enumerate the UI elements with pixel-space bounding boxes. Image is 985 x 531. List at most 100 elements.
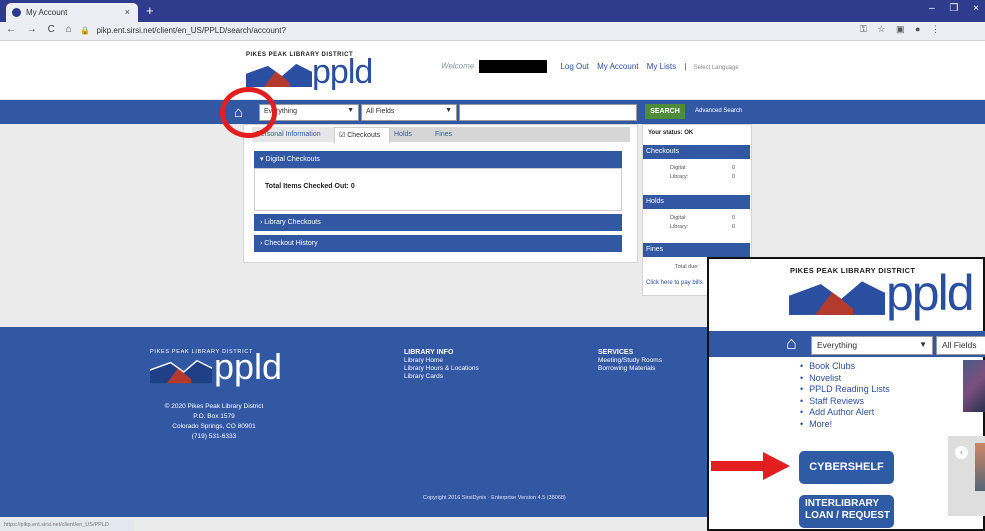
summary-label: Total due:: [675, 264, 699, 270]
library-info-heading: LIBRARY INFO: [404, 349, 454, 356]
book-cover-image[interactable]: [975, 443, 985, 491]
address-line: © 2020 Pikes Peak Library District: [164, 403, 264, 410]
my-account-link[interactable]: My Account: [597, 62, 638, 71]
search-field-select[interactable]: All Fields ▼: [361, 104, 457, 121]
summary-label: Library:: [670, 224, 689, 230]
cybershelf-button[interactable]: CYBERSHELF: [799, 451, 894, 484]
redacted-name: [479, 60, 548, 73]
account-status: Your status: OK: [648, 130, 694, 136]
advanced-search-link[interactable]: Advanced Search: [695, 108, 742, 114]
tab-close-icon[interactable]: ×: [125, 7, 130, 17]
tab-holds[interactable]: Holds: [390, 127, 432, 142]
footer-logo[interactable]: PIKES PEAK LIBRARY DISTRICT ppld: [150, 346, 283, 389]
mountain-logo-icon: [150, 359, 212, 384]
welcome-text: Welcome: [441, 61, 475, 71]
top-links: Welcome Log Out My Account My Lists | Se…: [441, 60, 739, 73]
list-item[interactable]: Novelist: [800, 373, 890, 385]
carousel-prev-icon[interactable]: ‹: [955, 446, 968, 459]
address-line: Colorado Springs, CO 80901: [172, 423, 256, 430]
summary-label: Library:: [670, 174, 689, 180]
red-arrow-icon: [711, 452, 790, 480]
profile-icon[interactable]: ●: [915, 24, 920, 34]
summary-checkouts-heading: Checkouts: [643, 145, 750, 159]
extension-icon[interactable]: ▣: [896, 24, 905, 34]
search-field-value: All Fields: [942, 340, 977, 350]
home-icon[interactable]: ⌂: [786, 333, 797, 354]
summary-value: 0: [732, 215, 736, 221]
ppld-wordmark: ppld: [214, 346, 283, 387]
button-line: LOAN / REQUEST: [805, 510, 891, 521]
new-tab-button[interactable]: +: [146, 3, 154, 18]
library-checkouts-header[interactable]: › Library Checkouts: [254, 214, 622, 231]
minimize-icon[interactable]: –: [929, 3, 935, 14]
list-item[interactable]: Add Author Alert: [800, 407, 890, 419]
button-line: INTERLIBRARY: [805, 498, 880, 509]
mountain-logo-icon: [246, 62, 312, 87]
footer-link[interactable]: Library Cards: [404, 373, 479, 381]
key-icon[interactable]: ⚿: [860, 24, 867, 34]
list-item[interactable]: Book Clubs: [800, 361, 890, 373]
search-field-select[interactable]: All Fields: [936, 336, 985, 355]
ppld-wordmark: ppld: [886, 265, 975, 321]
ppld-logo[interactable]: PIKES PEAK LIBRARY DISTRICT ppld: [244, 52, 374, 91]
ppld-wordmark: ppld: [312, 53, 373, 91]
digital-checkouts-header[interactable]: ▾ Digital Checkouts: [254, 151, 622, 168]
footer-services: SERVICES Meeting/Study Rooms Borrowing M…: [598, 349, 662, 373]
menu-icon[interactable]: ⋮: [931, 24, 940, 34]
checkout-history-header[interactable]: › Checkout History: [254, 235, 622, 252]
tab-checkouts[interactable]: ☑ Checkouts: [334, 127, 390, 143]
summary-label: Digital:: [670, 215, 687, 221]
search-type-value: Everything: [817, 340, 858, 350]
summary-value: 0: [732, 165, 736, 171]
footer-link[interactable]: Library Hours & Locations: [404, 365, 479, 373]
url-text: pikp.ent.sirsi.net/client/en_US/PPLD/sea…: [96, 26, 286, 35]
address-line: P.O. Box 1579: [193, 413, 235, 420]
reload-icon[interactable]: C: [48, 24, 55, 35]
summary-fines-heading: Fines: [643, 243, 750, 257]
address-bar[interactable]: 🔒 pikp.ent.sirsi.net/client/en_US/PPLD/s…: [80, 25, 900, 37]
star-icon[interactable]: ☆: [877, 24, 885, 34]
close-window-icon[interactable]: ×: [973, 3, 979, 14]
browser-status-bar: https://pikp.ent.sirsi.net/client/en_US/…: [0, 520, 134, 531]
footer-link[interactable]: Library Home: [404, 357, 479, 365]
list-item[interactable]: PPLD Reading Lists: [800, 384, 890, 396]
chevron-down-icon: ▼: [919, 340, 927, 349]
browser-tab[interactable]: My Account ×: [6, 3, 138, 22]
logout-link[interactable]: Log Out: [560, 62, 588, 71]
favicon-icon: [12, 8, 21, 17]
tab-fines[interactable]: Fines: [431, 127, 471, 142]
chevron-down-icon: ▼: [445, 107, 452, 114]
book-cover-image[interactable]: [963, 360, 985, 412]
summary-value: 0: [732, 224, 736, 230]
search-input[interactable]: [459, 104, 637, 121]
list-item[interactable]: Staff Reviews: [800, 396, 890, 408]
total-checked-out: Total Items Checked Out: 0: [265, 183, 355, 190]
select-language-link[interactable]: Select Language: [694, 65, 739, 71]
summary-value: 0: [732, 174, 736, 180]
tab-title: My Account: [26, 8, 68, 17]
divider: |: [684, 61, 687, 71]
footer-link[interactable]: Meeting/Study Rooms: [598, 357, 662, 365]
home-browser-icon[interactable]: ⌂: [66, 24, 72, 35]
address-line: (719) 531-6333: [191, 433, 237, 440]
resource-list: Book Clubs Novelist PPLD Reading Lists S…: [800, 361, 890, 430]
search-type-select[interactable]: Everything ▼: [811, 336, 933, 355]
footer-link[interactable]: Borrowing Materials: [598, 365, 662, 373]
footer-library-info: LIBRARY INFO Library Home Library Hours …: [404, 349, 479, 381]
restore-icon[interactable]: ❐: [949, 3, 958, 14]
mountain-logo-icon: [789, 278, 885, 315]
interlibrary-loan-button[interactable]: INTERLIBRARY LOAN / REQUEST: [799, 495, 894, 528]
window-controls: – ❐ ×: [917, 3, 979, 14]
my-lists-link[interactable]: My Lists: [647, 62, 676, 71]
list-item[interactable]: More!: [800, 419, 890, 431]
lock-icon: 🔒: [80, 26, 90, 35]
search-button[interactable]: SEARCH: [645, 104, 685, 119]
browser-nav: ← → C ⌂: [6, 24, 80, 35]
forward-icon[interactable]: →: [27, 24, 37, 35]
services-heading: SERVICES: [598, 349, 634, 356]
pay-bills-link[interactable]: Click here to pay bills: [646, 280, 703, 286]
back-icon[interactable]: ←: [6, 24, 16, 35]
chevron-down-icon: ▼: [347, 107, 354, 114]
extension-icons: ⚿ ☆ ▣ ● ⋮: [860, 24, 948, 35]
annotation-circle: [220, 87, 277, 138]
